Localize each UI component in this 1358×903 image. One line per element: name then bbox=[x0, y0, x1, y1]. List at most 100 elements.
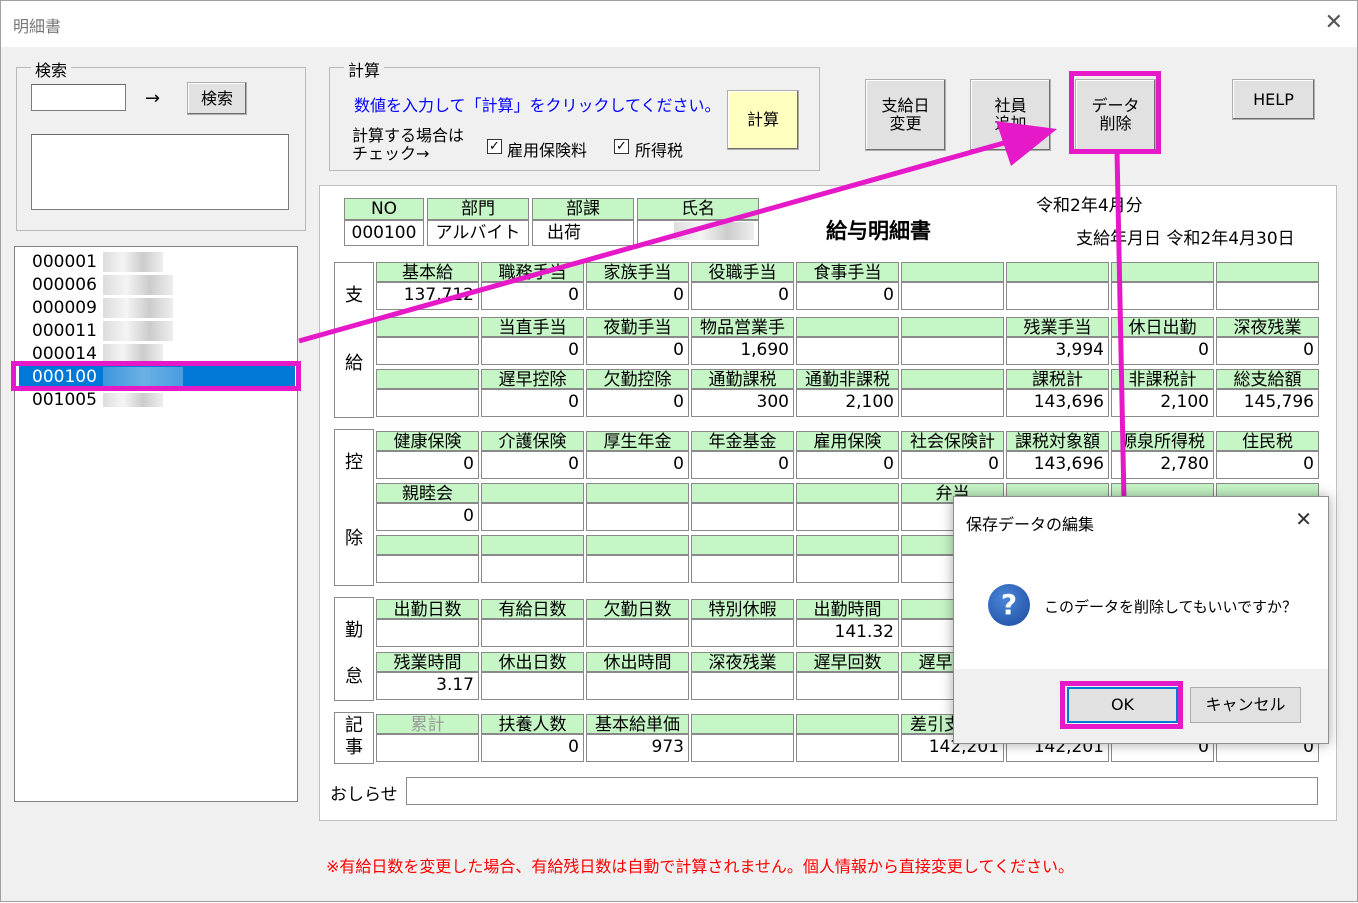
deduction-value-cell[interactable] bbox=[586, 503, 689, 531]
search-button[interactable]: 検索 bbox=[187, 82, 247, 115]
deduction-value-cell[interactable] bbox=[376, 555, 479, 583]
deduction-value-cell[interactable]: 0 bbox=[481, 451, 584, 479]
attendance-value-cell[interactable] bbox=[586, 619, 689, 647]
pay-header-cell bbox=[796, 317, 899, 337]
deduction-value-cell[interactable]: 0 bbox=[376, 451, 479, 479]
pay-value-cell[interactable] bbox=[376, 389, 479, 417]
deduction-value-cell[interactable] bbox=[796, 555, 899, 583]
pay-value-cell[interactable] bbox=[901, 389, 1004, 417]
ok-button-highlight bbox=[1060, 681, 1183, 729]
pay-value-cell[interactable]: 0 bbox=[586, 389, 689, 417]
attendance-value-cell[interactable] bbox=[376, 619, 479, 647]
no-value[interactable]: 000100 bbox=[344, 220, 424, 246]
pay-value-cell[interactable]: 0 bbox=[481, 337, 584, 365]
pay-value-cell[interactable] bbox=[901, 282, 1004, 310]
search-frame-label: 検索 bbox=[31, 57, 72, 81]
deduction-value-cell[interactable]: 0 bbox=[586, 451, 689, 479]
attendance-value-cell[interactable]: 3.17 bbox=[376, 672, 479, 700]
deduction-value-cell[interactable] bbox=[691, 503, 794, 531]
pay-header-cell bbox=[901, 369, 1004, 389]
pay-value-cell[interactable]: 0 bbox=[1216, 337, 1319, 365]
employment-insurance-checkbox[interactable]: ✓ bbox=[487, 139, 502, 154]
income-tax-checkbox[interactable]: ✓ bbox=[614, 139, 629, 154]
pay-value-cell[interactable] bbox=[901, 337, 1004, 365]
deduction-value-cell[interactable]: 143,696 bbox=[1006, 451, 1109, 479]
help-button[interactable]: HELP bbox=[1232, 79, 1315, 120]
deduction-value-cell[interactable] bbox=[586, 555, 689, 583]
deduction-value-cell[interactable] bbox=[481, 555, 584, 583]
attendance-header-cell: 欠勤日数 bbox=[586, 599, 689, 619]
pay-value-cell[interactable]: 2,100 bbox=[796, 389, 899, 417]
attendance-value-cell[interactable] bbox=[481, 672, 584, 700]
pay-value-cell[interactable]: 0 bbox=[1111, 337, 1214, 365]
pay-value-cell[interactable]: 0 bbox=[586, 337, 689, 365]
pay-value-cell[interactable] bbox=[1216, 282, 1319, 310]
deduction-value-cell[interactable]: 0 bbox=[1216, 451, 1319, 479]
attendance-value-cell[interactable] bbox=[586, 672, 689, 700]
attendance-value-cell[interactable] bbox=[691, 672, 794, 700]
pay-value-cell[interactable] bbox=[1111, 282, 1214, 310]
add-employee-button[interactable]: 社員 追加 bbox=[970, 79, 1051, 151]
pay-value-cell[interactable] bbox=[796, 337, 899, 365]
pay-value-cell[interactable]: 0 bbox=[481, 282, 584, 310]
section-value[interactable]: 出荷 bbox=[532, 220, 634, 246]
list-item[interactable]: 001005 bbox=[19, 389, 295, 412]
list-item[interactable]: 000006 bbox=[19, 274, 295, 297]
attendance-header-cell: 有給日数 bbox=[481, 599, 584, 619]
employee-list[interactable]: 000001 000006 000009 000011 000014 00010… bbox=[14, 246, 298, 802]
name-value[interactable] bbox=[637, 220, 759, 246]
deduction-value-cell[interactable]: 2,780 bbox=[1111, 451, 1214, 479]
deduction-header-cell: 社会保険計 bbox=[901, 431, 1004, 451]
calculate-button[interactable]: 計算 bbox=[727, 90, 799, 150]
deduction-value-cell[interactable] bbox=[796, 503, 899, 531]
dept-label: 部門 bbox=[427, 198, 529, 220]
note-value-cell[interactable] bbox=[376, 734, 479, 762]
dialog-title: 保存データの編集 bbox=[966, 515, 1095, 534]
search-input[interactable] bbox=[31, 84, 126, 111]
pay-value-cell[interactable]: 137,712 bbox=[376, 282, 479, 310]
title-bar: 明細書 ✕ bbox=[1, 1, 1357, 47]
pay-value-cell[interactable] bbox=[376, 337, 479, 365]
pay-value-cell[interactable]: 300 bbox=[691, 389, 794, 417]
list-item[interactable]: 000009 bbox=[19, 297, 295, 320]
pay-value-cell[interactable]: 2,100 bbox=[1111, 389, 1214, 417]
deduction-header-cell bbox=[796, 483, 899, 503]
note-value-cell[interactable]: 973 bbox=[586, 734, 689, 762]
dept-value[interactable]: アルバイト bbox=[427, 220, 529, 246]
attendance-value-cell[interactable] bbox=[796, 672, 899, 700]
list-item[interactable]: 000001 bbox=[19, 251, 295, 274]
notice-input[interactable] bbox=[406, 777, 1318, 805]
deduction-value-cell[interactable]: 0 bbox=[376, 503, 479, 531]
pay-value-cell[interactable]: 3,994 bbox=[1006, 337, 1109, 365]
note-value-cell[interactable]: 0 bbox=[481, 734, 584, 762]
no-label: NO bbox=[344, 198, 424, 220]
attendance-value-cell[interactable] bbox=[691, 619, 794, 647]
pay-value-cell[interactable]: 1,690 bbox=[691, 337, 794, 365]
note-value-cell[interactable] bbox=[796, 734, 899, 762]
deduction-value-cell[interactable]: 0 bbox=[901, 451, 1004, 479]
search-results-box[interactable] bbox=[31, 134, 289, 210]
attendance-value-cell[interactable]: 141.32 bbox=[796, 619, 899, 647]
change-paydate-button[interactable]: 支給日 変更 bbox=[865, 79, 946, 151]
pay-value-cell[interactable] bbox=[1006, 282, 1109, 310]
dialog-close-icon[interactable]: ✕ bbox=[1295, 507, 1312, 531]
close-icon[interactable]: ✕ bbox=[1325, 10, 1343, 35]
deduction-value-cell[interactable]: 0 bbox=[796, 451, 899, 479]
cancel-button[interactable]: キャンセル bbox=[1190, 687, 1301, 723]
deduction-value-cell[interactable] bbox=[481, 503, 584, 531]
deduction-value-cell[interactable] bbox=[691, 555, 794, 583]
pay-header-cell: 残業手当 bbox=[1006, 317, 1109, 337]
pay-value-cell[interactable]: 0 bbox=[691, 282, 794, 310]
pay-value-cell[interactable]: 0 bbox=[796, 282, 899, 310]
pay-header-cell bbox=[901, 317, 1004, 337]
pay-value-cell[interactable]: 145,796 bbox=[1216, 389, 1319, 417]
pay-value-cell[interactable]: 0 bbox=[586, 282, 689, 310]
deduction-header-cell bbox=[481, 535, 584, 555]
attendance-value-cell[interactable] bbox=[481, 619, 584, 647]
note-value-cell[interactable] bbox=[691, 734, 794, 762]
pay-value-cell[interactable]: 143,696 bbox=[1006, 389, 1109, 417]
deduction-value-cell[interactable]: 0 bbox=[691, 451, 794, 479]
pay-section: 支給 bbox=[334, 262, 374, 418]
pay-value-cell[interactable]: 0 bbox=[481, 389, 584, 417]
list-item[interactable]: 000011 bbox=[19, 320, 295, 343]
